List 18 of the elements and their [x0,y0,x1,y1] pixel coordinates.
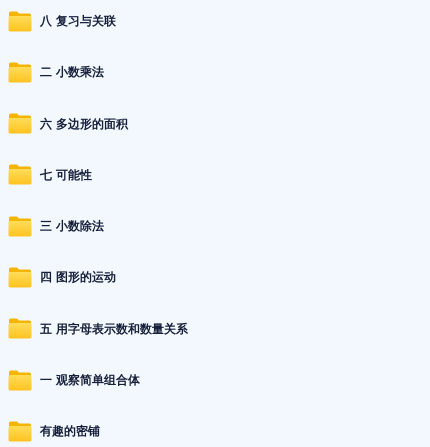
folder-name[interactable]: 一 观察简单组合体 [40,371,140,390]
folder-name[interactable]: 四 图形的运动 [40,268,116,286]
folder-icon [8,266,32,288]
folder-name[interactable]: 二 小数乘法 [40,63,104,82]
folder-icon [8,62,32,83]
folder-name[interactable]: 有趣的密铺 [40,422,100,440]
folder-icon [8,318,32,340]
folder-name[interactable]: 七 可能性 [40,166,92,184]
folder-icon [8,370,32,391]
folder-name[interactable]: 六 多边形的面积 [40,114,128,133]
folder-icon [8,164,32,186]
folder-name[interactable]: 八 复习与关联 [40,12,116,30]
folder-icon [8,420,32,442]
folder-icon [8,216,32,237]
folder-icon [8,113,32,134]
folder-name[interactable]: 五 用字母表示数和数量关系 [40,320,188,338]
folder-name[interactable]: 三 小数除法 [40,217,104,236]
folder-icon [8,10,32,32]
